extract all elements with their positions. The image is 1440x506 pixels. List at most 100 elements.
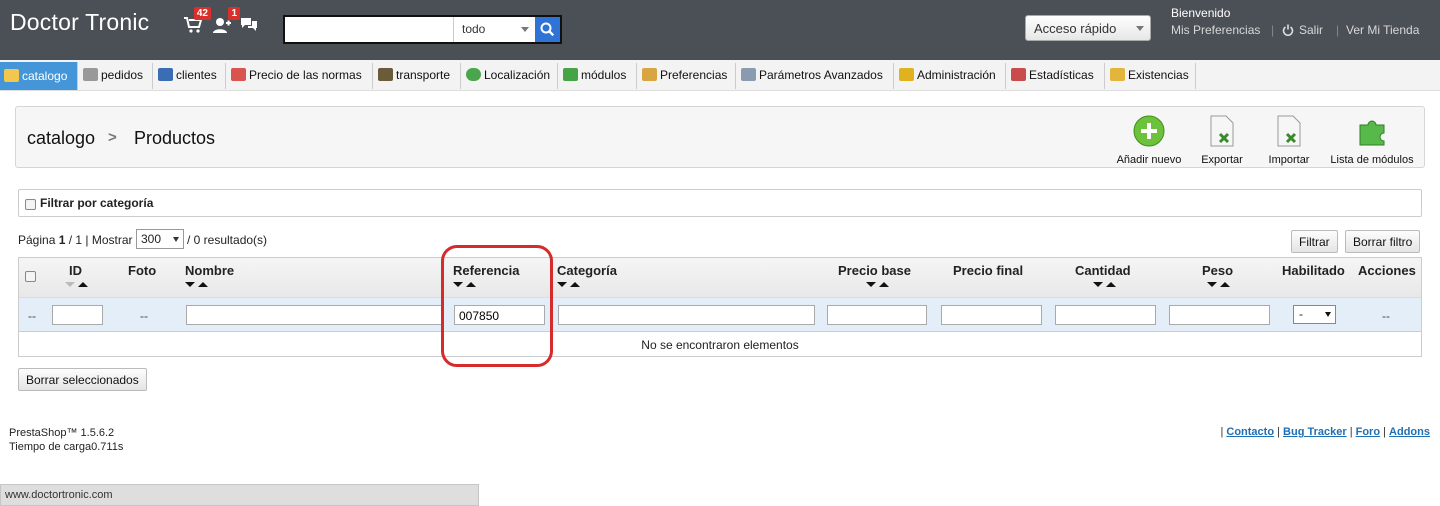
tab-label: Administración [917, 68, 996, 82]
divider: | [1383, 426, 1386, 438]
sort-arrows-icon[interactable] [557, 280, 587, 290]
forum-link[interactable]: Foro [1356, 426, 1380, 438]
tab-label: catalogo [22, 69, 68, 83]
category-filter-box: Filtrar por categoría [18, 189, 1422, 217]
cart-notifications[interactable]: 42 [183, 7, 211, 36]
contact-link[interactable]: Contacto [1226, 426, 1274, 438]
chevron-down-icon [1136, 26, 1144, 31]
tab-precio-normas[interactable]: Precio de las normas [227, 63, 373, 89]
brand-logo[interactable]: Doctor Tronic [10, 9, 149, 36]
logout-link[interactable]: Salir [1282, 23, 1323, 37]
tab-pedidos[interactable]: pedidos [79, 63, 153, 89]
tab-label: Precio de las normas [249, 68, 362, 82]
filter-button[interactable]: Filtrar [1291, 230, 1338, 253]
add-new-label: Añadir nuevo [1116, 154, 1182, 166]
search-bar: todo [283, 15, 562, 44]
sort-arrows-icon[interactable] [65, 280, 95, 290]
addons-link[interactable]: Addons [1389, 426, 1430, 438]
reference-highlight-annotation [441, 245, 553, 367]
products-table: ID Foto Nombre Referencia Categoría Prec… [18, 257, 1422, 357]
power-icon [1282, 24, 1294, 36]
import-label: Importar [1268, 154, 1310, 166]
add-icon [1133, 115, 1165, 147]
tab-localizacion[interactable]: Localización [462, 63, 558, 89]
breadcrumb-separator: > [108, 129, 117, 146]
column-name: Nombre [185, 263, 235, 278]
category-filter-checkbox[interactable] [25, 199, 36, 210]
filter-final-price-input[interactable] [941, 305, 1042, 325]
tab-label: transporte [396, 68, 451, 82]
column-actions: Acciones [1358, 263, 1416, 278]
cart-badge: 42 [193, 7, 211, 20]
page-prefix: Página [18, 233, 56, 247]
column-weight: Peso [1202, 263, 1234, 278]
per-page-select[interactable]: 300 [136, 229, 184, 249]
filter-category-input[interactable] [558, 305, 815, 325]
sort-arrows-icon[interactable] [1207, 280, 1237, 290]
page-title: Productos [134, 128, 216, 148]
top-header: Doctor Tronic 42 1 todo Acceso rápido Bi… [0, 0, 1440, 60]
divider: | [1277, 426, 1280, 438]
stats-icon [1011, 68, 1026, 81]
column-enabled: Habilitado [1282, 263, 1345, 278]
search-scope-value: todo [462, 22, 486, 36]
column-final-price: Precio final [953, 263, 1024, 278]
customers-badge: 1 [228, 7, 240, 20]
per-page-value: 300 [141, 232, 162, 246]
modules-list-button[interactable]: Lista de módulos [1329, 115, 1415, 166]
tab-label: Localización [484, 68, 551, 82]
customer-notifications[interactable]: 1 [212, 7, 240, 36]
category-filter-label[interactable]: Filtrar por categoría [40, 196, 153, 210]
quick-access-select[interactable]: Acceso rápido [1025, 15, 1151, 41]
tab-existencias[interactable]: Existencias [1106, 63, 1196, 89]
tab-catalogo[interactable]: catalogo [0, 62, 78, 90]
logout-label: Salir [1299, 23, 1324, 37]
tab-estadisticas[interactable]: Estadísticas [1007, 63, 1105, 89]
filter-placeholder: -- [28, 309, 36, 323]
import-button[interactable]: Importar [1264, 115, 1314, 166]
tab-clientes[interactable]: clientes [154, 63, 226, 89]
filter-enabled-select[interactable]: - [1293, 305, 1336, 324]
bug-tracker-link[interactable]: Bug Tracker [1283, 426, 1347, 438]
tab-modulos[interactable]: módulos [559, 63, 637, 89]
search-input[interactable] [285, 17, 453, 42]
tab-preferencias[interactable]: Preferencias [638, 63, 736, 89]
browser-status-bar: www.doctortronic.com [0, 484, 479, 506]
tab-transporte[interactable]: transporte [374, 63, 461, 89]
delete-selected-button[interactable]: Borrar seleccionados [18, 368, 147, 391]
sort-arrows-icon[interactable] [185, 280, 215, 290]
column-base-price: Precio base [838, 263, 911, 278]
divider: | [1271, 23, 1275, 37]
chevron-down-icon [521, 27, 529, 32]
search-scope-select[interactable]: todo [453, 17, 535, 42]
view-shop-link[interactable]: Ver Mi Tienda [1346, 23, 1419, 37]
my-preferences-link[interactable]: Mis Preferencias [1171, 23, 1260, 37]
reset-filter-button[interactable]: Borrar filtro [1345, 230, 1421, 253]
filter-base-price-input[interactable] [827, 305, 927, 325]
export-button[interactable]: Exportar [1197, 115, 1247, 166]
welcome-text: Bienvenido [1171, 6, 1231, 20]
filter-weight-input[interactable] [1169, 305, 1270, 325]
breadcrumb-root[interactable]: catalogo [27, 128, 95, 149]
globe-icon [466, 68, 481, 81]
price-rules-icon [231, 68, 246, 81]
tab-administracion[interactable]: Administración [895, 63, 1006, 89]
filter-placeholder: -- [140, 309, 148, 323]
preferences-icon [642, 68, 657, 81]
search-button[interactable] [535, 17, 560, 42]
load-time-text: Tiempo de carga0.711s [9, 441, 124, 453]
key-icon [899, 68, 914, 81]
sort-arrows-icon[interactable] [866, 280, 896, 290]
add-new-button[interactable]: Añadir nuevo [1114, 115, 1184, 166]
filter-quantity-input[interactable] [1055, 305, 1156, 325]
select-all-checkbox[interactable] [25, 271, 36, 282]
import-icon [1277, 115, 1301, 147]
tab-label: Parámetros Avanzados [759, 68, 883, 82]
tab-parametros-avanzados[interactable]: Parámetros Avanzados [737, 63, 894, 89]
wrench-icon [741, 68, 756, 81]
sort-arrows-icon[interactable] [1093, 280, 1123, 290]
filter-name-input[interactable] [186, 305, 442, 325]
user-icon [158, 68, 173, 81]
message-notifications[interactable] [240, 16, 262, 36]
filter-id-input[interactable] [52, 305, 103, 325]
